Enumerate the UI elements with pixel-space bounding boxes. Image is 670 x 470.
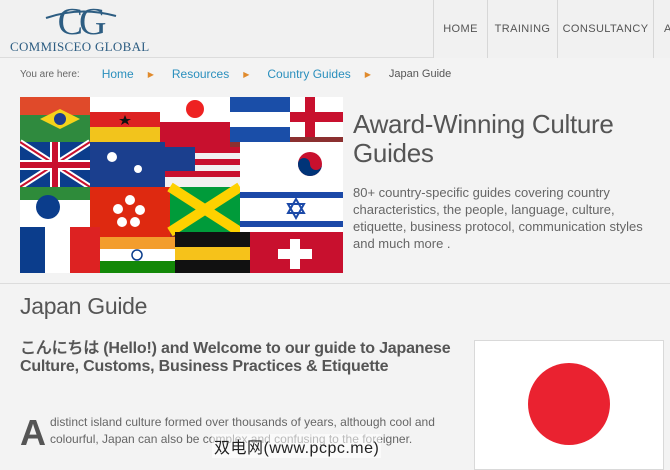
chevron-right-icon: ▶ [364,69,371,79]
japan-flag-image [474,340,664,470]
nav-consultancy[interactable]: CONSULTANCY [557,0,653,58]
chevron-right-icon: ▶ [147,69,154,79]
intro-heading: こんにちは (Hello!) and Welcome to our guide … [20,340,451,375]
nav-more[interactable]: A [653,0,670,58]
logo-text: Commisceo Global [10,39,150,54]
breadcrumb-home[interactable]: Home [102,67,134,81]
watermark-text: 双电网(www.pcpc.me) [212,434,382,458]
nav-home[interactable]: HOME [433,0,487,58]
page-title: Japan Guide [20,293,148,319]
main-nav: HOME TRAINING CONSULTANCY A [433,0,670,58]
breadcrumb-label: You are here: [20,68,80,80]
logo-mark-icon: CG [45,4,117,38]
breadcrumb-country-guides[interactable]: Country Guides [267,67,350,81]
site-header: CG Commisceo Global HOME TRAINING CONSUL… [0,0,670,58]
chevron-right-icon: ▶ [243,69,250,79]
breadcrumb: You are here: Home ▶ Resources ▶ Country… [20,66,451,82]
world-flags-image[interactable] [20,97,343,273]
promo-title: Award-Winning Culture Guides [353,109,614,168]
breadcrumb-resources[interactable]: Resources [172,67,229,81]
logo-mark-text: CG [58,4,106,38]
promo-text: 80+ country-specific guides covering cou… [353,185,643,251]
nav-training[interactable]: TRAINING [487,0,557,58]
dropcap-letter: A [20,412,46,453]
site-logo[interactable]: CG Commisceo Global [8,4,158,54]
japan-flag-icon [528,363,610,445]
breadcrumb-current: Japan Guide [388,68,452,80]
section-divider [0,283,670,284]
